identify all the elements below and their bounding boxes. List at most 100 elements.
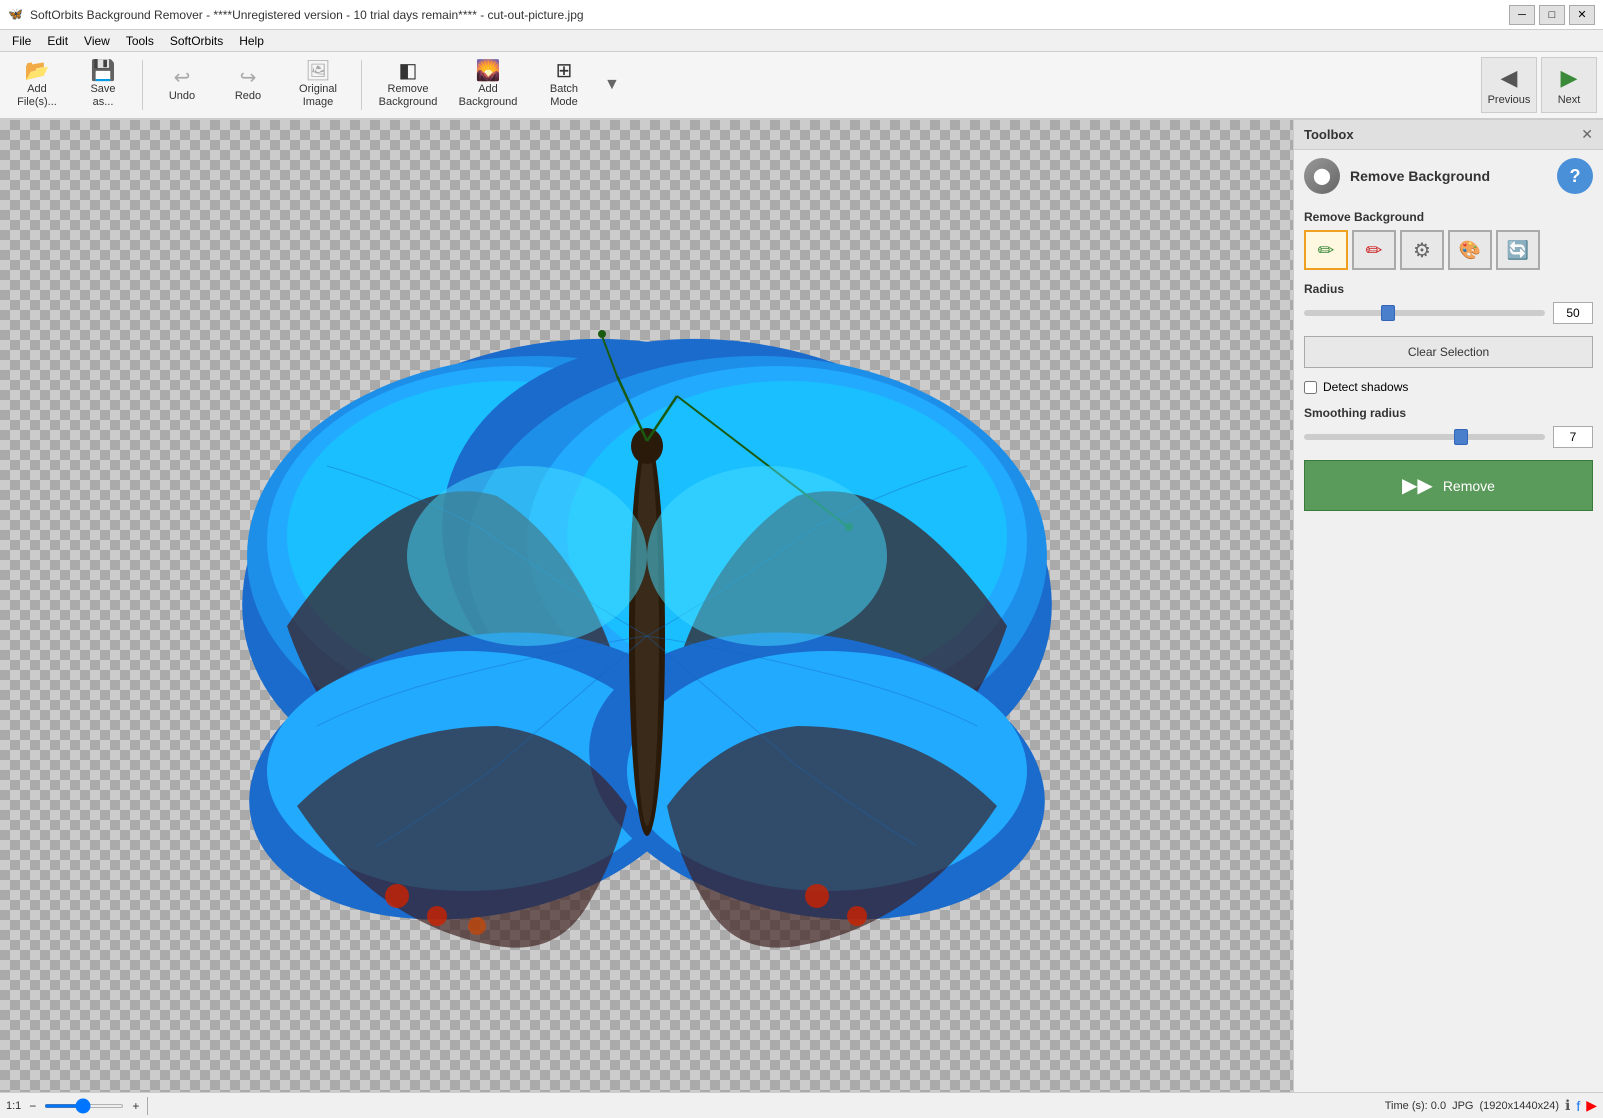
- batch-mode-icon: ⊞: [556, 61, 573, 81]
- image-canvas[interactable]: [197, 246, 1097, 966]
- batch-mode-label: BatchMode: [550, 83, 578, 109]
- add-background-button[interactable]: 🌄 AddBackground: [450, 56, 526, 114]
- previous-icon: ◀: [1501, 65, 1518, 91]
- save-as-icon: 💾: [91, 61, 116, 81]
- menu-help[interactable]: Help: [231, 32, 272, 50]
- toolbox-section-header: ⬤ Remove Background ?: [1294, 150, 1603, 200]
- radius-label: Radius: [1304, 282, 1593, 296]
- add-background-label: AddBackground: [459, 83, 518, 109]
- magic-wand-button[interactable]: ⚙: [1400, 230, 1444, 270]
- main-area: Toolbox ✕ ⬤ Remove Background ? Remove B…: [0, 120, 1603, 1092]
- remove-button-icon: ▶▶: [1402, 473, 1433, 498]
- detect-shadows-checkbox[interactable]: [1304, 381, 1317, 394]
- toolbar-nav: ◀ Previous ▶ Next: [1481, 57, 1597, 113]
- batch-mode-button[interactable]: ⊞ BatchMode: [530, 56, 598, 114]
- original-image-label: OriginalImage: [299, 83, 337, 109]
- smoothing-radius-slider-thumb[interactable]: [1454, 429, 1468, 445]
- pencil-remove-icon: ✏: [1366, 238, 1383, 263]
- next-icon: ▶: [1561, 65, 1578, 91]
- toolbar: 📂 AddFile(s)... 💾 Saveas... ↩ Undo ↪ Red…: [0, 52, 1603, 120]
- remove-background-icon: ◧: [399, 61, 418, 81]
- add-file-icon: 📂: [25, 61, 50, 81]
- toolbox-title: Toolbox: [1304, 127, 1354, 142]
- radius-value-box[interactable]: 50: [1553, 302, 1593, 324]
- menu-softorbits[interactable]: SoftOrbits: [162, 32, 231, 50]
- remove-button-label: Remove: [1443, 478, 1495, 494]
- next-label: Next: [1558, 94, 1581, 106]
- tool-buttons-row: ✏ ✏ ⚙ 🎨 🔄: [1304, 230, 1593, 270]
- smoothing-radius-slider-track[interactable]: [1304, 434, 1545, 440]
- remove-background-button[interactable]: ◧ RemoveBackground: [370, 56, 446, 114]
- smoothing-radius-slider-row: 7: [1304, 426, 1593, 448]
- toolbar-expand-icon[interactable]: ▼: [602, 74, 622, 96]
- status-separator: [147, 1097, 148, 1115]
- undo-icon: ↩: [174, 68, 191, 88]
- toolbar-separator-2: [361, 60, 362, 110]
- add-background-icon: 🌄: [476, 61, 501, 81]
- redo-button[interactable]: ↪ Redo: [217, 56, 279, 114]
- smoothing-radius-label: Smoothing radius: [1304, 406, 1593, 420]
- smoothing-radius-section: Smoothing radius 7: [1304, 406, 1593, 448]
- redo-label: Redo: [235, 90, 261, 102]
- app-icon: 🦋: [8, 7, 24, 23]
- menu-bar: File Edit View Tools SoftOrbits Help: [0, 30, 1603, 52]
- facebook-icon[interactable]: f: [1576, 1098, 1580, 1114]
- pencil-keep-button[interactable]: ✏: [1304, 230, 1348, 270]
- undo-button[interactable]: ↩ Undo: [151, 56, 213, 114]
- menu-tools[interactable]: Tools: [118, 32, 162, 50]
- detect-shadows-row: Detect shadows: [1304, 380, 1593, 394]
- previous-button[interactable]: ◀ Previous: [1481, 57, 1537, 113]
- time-label: Time (s): 0.0: [1385, 1100, 1446, 1112]
- tool-section-icon: ⬤: [1304, 158, 1340, 194]
- clear-selection-button[interactable]: Clear Selection: [1304, 336, 1593, 368]
- remove-button[interactable]: ▶▶ Remove: [1304, 460, 1593, 511]
- butterfly-image: [197, 246, 1097, 966]
- previous-label: Previous: [1488, 94, 1531, 106]
- menu-edit[interactable]: Edit: [39, 32, 76, 50]
- maximize-button[interactable]: □: [1539, 5, 1565, 25]
- remove-background-section-label: Remove Background: [1304, 210, 1593, 224]
- radius-slider-track[interactable]: [1304, 310, 1545, 316]
- add-file-button[interactable]: 📂 AddFile(s)...: [6, 56, 68, 114]
- toolbox-panel: Toolbox ✕ ⬤ Remove Background ? Remove B…: [1293, 120, 1603, 1092]
- toolbox-body: Remove Background ✏ ✏ ⚙ 🎨: [1294, 200, 1603, 1092]
- save-as-button[interactable]: 💾 Saveas...: [72, 56, 134, 114]
- paint-remove-button[interactable]: 🎨: [1448, 230, 1492, 270]
- add-file-label: AddFile(s)...: [17, 83, 57, 109]
- toolbox-close-button[interactable]: ✕: [1581, 126, 1593, 143]
- help-button[interactable]: ?: [1557, 158, 1593, 194]
- youtube-icon[interactable]: ▶: [1586, 1097, 1597, 1114]
- paint-restore-button[interactable]: 🔄: [1496, 230, 1540, 270]
- detect-shadows-label[interactable]: Detect shadows: [1323, 380, 1408, 394]
- window-title: SoftOrbits Background Remover - ****Unre…: [30, 8, 1509, 22]
- smoothing-radius-value-box[interactable]: 7: [1553, 426, 1593, 448]
- zoom-slider[interactable]: [44, 1104, 124, 1108]
- next-button[interactable]: ▶ Next: [1541, 57, 1597, 113]
- minimize-button[interactable]: ─: [1509, 5, 1535, 25]
- undo-label: Undo: [169, 90, 195, 102]
- remove-background-label: RemoveBackground: [379, 83, 438, 109]
- dimensions-label: (1920x1440x24): [1479, 1100, 1559, 1112]
- radius-slider-row: 50: [1304, 302, 1593, 324]
- paint-restore-icon: 🔄: [1507, 240, 1529, 261]
- redo-icon: ↪: [240, 68, 257, 88]
- zoom-minus-icon: −: [29, 1099, 36, 1113]
- title-bar: 🦋 SoftOrbits Background Remover - ****Un…: [0, 0, 1603, 30]
- menu-file[interactable]: File: [4, 32, 39, 50]
- original-image-button[interactable]: 🖼 OriginalImage: [283, 56, 353, 114]
- paint-remove-icon: 🎨: [1459, 240, 1481, 261]
- radius-section: Radius 50: [1304, 282, 1593, 324]
- window-controls: ─ □ ✕: [1509, 5, 1595, 25]
- pencil-remove-button[interactable]: ✏: [1352, 230, 1396, 270]
- zoom-plus-icon: +: [132, 1099, 139, 1113]
- radius-slider-thumb[interactable]: [1381, 305, 1395, 321]
- info-icon[interactable]: ℹ: [1565, 1097, 1570, 1114]
- toolbox-header: Toolbox ✕: [1294, 120, 1603, 150]
- pencil-keep-icon: ✏: [1318, 238, 1335, 263]
- menu-view[interactable]: View: [76, 32, 118, 50]
- magic-wand-icon: ⚙: [1413, 238, 1431, 263]
- close-button[interactable]: ✕: [1569, 5, 1595, 25]
- original-image-icon: 🖼: [305, 61, 330, 81]
- canvas-area[interactable]: [0, 120, 1293, 1092]
- tool-section-title: Remove Background: [1350, 168, 1490, 184]
